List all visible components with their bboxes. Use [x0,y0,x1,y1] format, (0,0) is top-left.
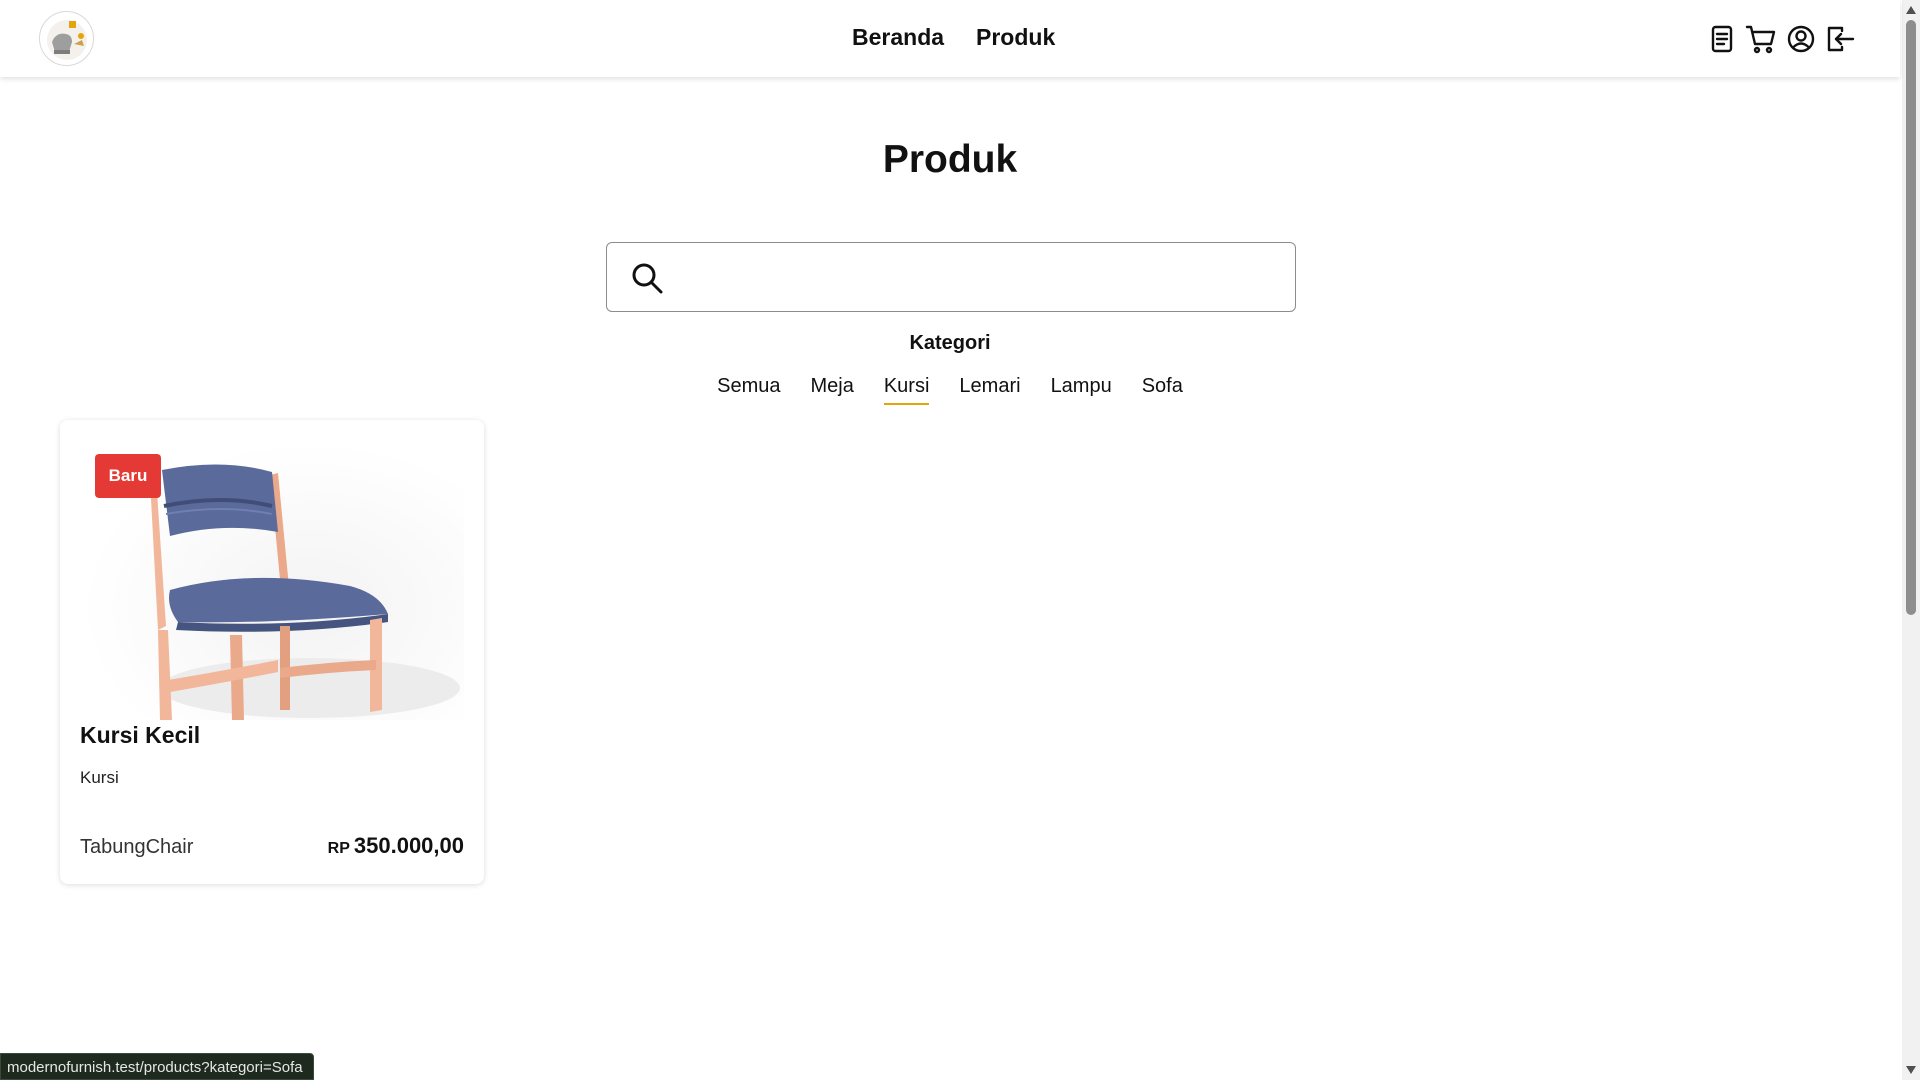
category-heading: Kategori [909,332,991,354]
category-kursi[interactable]: Kursi [883,375,930,405]
profile-icon[interactable] [1785,23,1817,55]
product-price: RP 350.000,00 [328,833,464,859]
search-icon [629,260,665,296]
search-box[interactable] [606,242,1296,312]
product-category: Kursi [80,768,119,787]
price-value: 350.000,00 [353,833,464,858]
search-input[interactable] [683,253,1273,301]
logout-icon[interactable] [1824,23,1856,55]
scroll-up-arrow-icon[interactable] [1906,6,1916,14]
scrollbar-thumb[interactable] [1906,20,1916,615]
top-navbar: Beranda Produk [0,0,1900,77]
status-bar-url: modernofurnish.test/products?kategori=So… [0,1053,314,1080]
nav-beranda[interactable]: Beranda [852,24,944,51]
product-name[interactable]: Kursi Kecil [80,722,200,749]
category-tabs: Semua Meja Kursi Lemari Lampu Sofa [0,375,1900,405]
nav-produk[interactable]: Produk [976,24,1055,51]
category-meja[interactable]: Meja [810,375,853,405]
category-lampu[interactable]: Lampu [1051,375,1112,405]
product-card[interactable]: Baru Kursi Kecil Kursi TabungChair RP 350… [60,420,484,884]
new-badge: Baru [95,454,161,498]
brand-logo[interactable] [39,11,94,66]
category-lemari[interactable]: Lemari [959,375,1020,405]
category-semua[interactable]: Semua [717,375,780,405]
vertical-scrollbar[interactable] [1902,0,1920,1080]
scroll-down-arrow-icon[interactable] [1906,1066,1916,1074]
orders-icon[interactable] [1706,23,1738,55]
page-title: Produk [882,138,1018,181]
price-currency: RP [327,840,350,857]
product-brand: TabungChair [80,836,194,858]
category-sofa[interactable]: Sofa [1142,375,1183,405]
cart-icon[interactable] [1745,23,1777,55]
